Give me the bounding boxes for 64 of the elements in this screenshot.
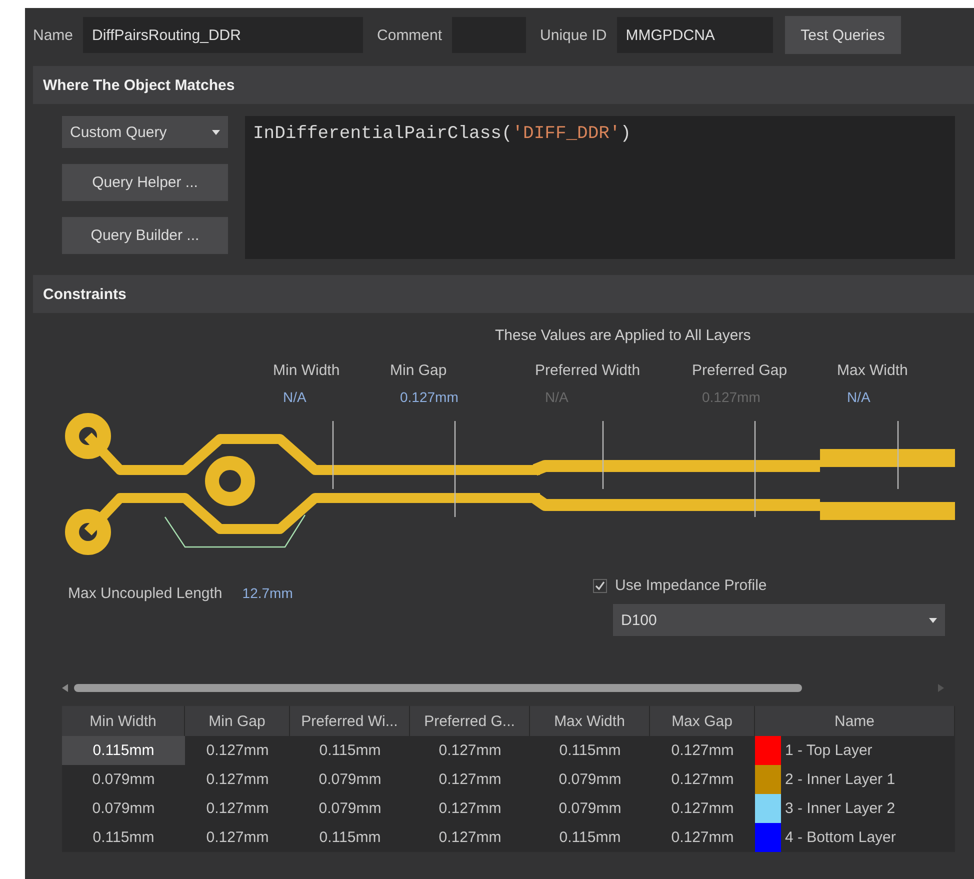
caret-icon (212, 130, 220, 134)
column-header[interactable]: Preferred G... (410, 706, 530, 736)
table-cell-text: 0.127mm (670, 770, 735, 790)
parameter-value[interactable]: N/A (283, 389, 390, 405)
query-editor[interactable]: InDifferentialPairClass('DIFF_DDR') (245, 116, 955, 259)
field-label: Unique ID (540, 26, 607, 44)
table-cell-text: 0.127mm (670, 741, 735, 761)
section-header: Constraints (33, 275, 974, 313)
query-button[interactable]: Query Helper ... (62, 164, 228, 201)
caret-icon (929, 618, 937, 622)
section-header: Where The Object Matches (33, 66, 974, 104)
query-type-dropdown[interactable]: Custom Query (62, 116, 228, 148)
table-cell-text: 0.127mm (438, 741, 502, 761)
table-cell-text: 0.079mm (318, 770, 382, 790)
text-field[interactable]: DiffPairsRouting_DDR (83, 17, 364, 53)
parameter-label: Max Width (837, 362, 909, 379)
column-header[interactable]: Min Gap (185, 706, 290, 736)
parameter-label: Min Gap (390, 362, 448, 379)
table-cell-text: 0.115mm (92, 828, 156, 848)
table-cell-text: 0.127mm (205, 828, 270, 848)
scroll-left-icon[interactable] (62, 684, 68, 692)
table-cell-text: 0.079mm (91, 799, 156, 819)
scroll-right-icon[interactable] (938, 684, 944, 692)
query-button[interactable]: Query Builder ... (62, 217, 228, 254)
field-label: Name (33, 26, 74, 44)
scrollbar-thumb[interactable] (74, 684, 802, 692)
table-cell-text: 0.079mm (91, 770, 156, 790)
table-cell-text: 0.115mm (318, 741, 382, 761)
table-cell: 0.115mm (62, 736, 185, 765)
table-cell-text: 0.127mm (205, 770, 270, 790)
table-cell-text: 0.127mm (205, 799, 270, 819)
table-cell-text: 0.127mm (670, 799, 735, 819)
table-cell: 1 - Top Layer (785, 742, 872, 759)
table-cell: 4 - Bottom Layer (785, 829, 896, 846)
parameter-label: Preferred Width (535, 362, 642, 379)
column-header[interactable]: Preferred Wi... (290, 706, 410, 736)
table-cell-text: 0.127mm (438, 799, 502, 819)
parameter-value[interactable]: N/A (847, 389, 937, 405)
max-uncoupled-length-label: Max Uncoupled Length (68, 585, 222, 604)
max-uncoupled-length-value[interactable]: 12.7mm (242, 585, 293, 636)
table-cell-text: 0.079mm (318, 799, 382, 819)
impedance-profile-dropdown[interactable]: D100 (613, 604, 945, 636)
table-cell: 3 - Inner Layer 2 (785, 800, 896, 817)
table-cell-text: 0.079mm (558, 770, 622, 790)
table-cell-text: 0.127mm (670, 828, 735, 848)
parameter-label: Min Width (273, 362, 341, 379)
table-cell: 2 - Inner Layer 1 (785, 771, 896, 788)
checkbox-label: Use Impedance Profile (615, 577, 767, 594)
parameter-value[interactable]: 0.127mm (400, 389, 535, 405)
table-cell-text: 0.079mm (558, 799, 622, 819)
parameter-label: Preferred Gap (692, 362, 788, 379)
table-cell-text: 0.115mm (558, 828, 622, 848)
table-cell-text: 0.115mm (558, 741, 622, 761)
test-queries-button[interactable]: Test Queries (784, 16, 901, 54)
checkbox[interactable] (593, 578, 607, 592)
field-label: Comment (377, 26, 442, 44)
text-field[interactable]: MMGPDCNA (616, 17, 773, 53)
column-header[interactable]: Max Width (530, 706, 650, 736)
note-text: These Values are Applied to All Layers (495, 327, 752, 344)
column-header[interactable]: Max Gap (650, 706, 755, 736)
table-cell-text: 0.115mm (318, 828, 382, 848)
table-cell-text: 0.127mm (205, 741, 270, 761)
table-cell-text: 0.127mm (438, 770, 502, 790)
table-cell-text: 0.127mm (438, 828, 502, 848)
